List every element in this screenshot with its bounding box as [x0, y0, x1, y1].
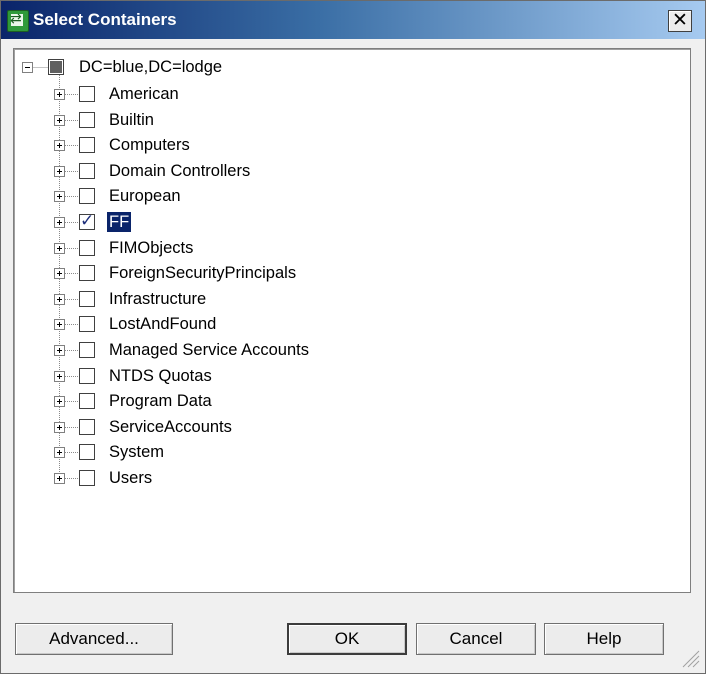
collapse-toggle-icon[interactable] [22, 62, 33, 73]
expand-toggle-icon[interactable] [54, 473, 65, 484]
tree-node-label: Managed Service Accounts [109, 341, 309, 359]
expand-toggle-icon[interactable] [54, 422, 65, 433]
expand-toggle-icon[interactable] [54, 447, 65, 458]
expand-toggle-icon[interactable] [54, 140, 65, 151]
node-checkbox[interactable] [79, 444, 95, 460]
tree-node-label: European [109, 187, 181, 205]
tree-node-label: Infrastructure [109, 290, 207, 308]
tree-node[interactable]: Computers [14, 132, 674, 158]
expand-toggle-icon[interactable] [54, 345, 65, 356]
checkmark-icon: ✓ [80, 211, 95, 231]
tree-node-label: LostAndFound [109, 315, 217, 333]
node-checkbox[interactable] [79, 419, 95, 435]
node-checkbox[interactable]: ✓ [79, 211, 95, 231]
tree-node-label: Builtin [109, 111, 154, 129]
expand-toggle-icon[interactable] [54, 191, 65, 202]
tree-node-label: NTDS Quotas [109, 367, 212, 385]
expand-toggle-icon[interactable] [54, 268, 65, 279]
ok-button[interactable]: OK [287, 623, 407, 655]
node-checkbox[interactable] [79, 188, 95, 204]
node-checkbox[interactable] [79, 368, 95, 384]
tree-node[interactable]: American [14, 81, 674, 107]
tree-node[interactable]: Program Data [14, 388, 674, 414]
node-checkbox[interactable] [79, 393, 95, 409]
dialog-title: Select Containers [33, 10, 177, 29]
tree-node[interactable]: ServiceAccounts [14, 414, 674, 440]
expand-toggle-icon[interactable] [54, 371, 65, 382]
select-containers-dialog: Select Containers ✕ DC=blue,DC=lodge Ame… [0, 0, 706, 674]
tree-node[interactable]: LostAndFound [14, 311, 674, 337]
tree-node[interactable]: Managed Service Accounts [14, 337, 674, 363]
tree-node-label: American [109, 85, 179, 103]
node-checkbox[interactable] [79, 265, 95, 281]
expand-toggle-icon[interactable] [54, 243, 65, 254]
expand-toggle-icon[interactable] [54, 294, 65, 305]
tree-node-label: Computers [109, 136, 190, 154]
node-checkbox[interactable] [79, 112, 95, 128]
node-checkbox[interactable] [79, 470, 95, 486]
tree-node-label: FIMObjects [109, 239, 194, 257]
tree-node-label: Users [109, 469, 153, 487]
tree-node[interactable]: ForeignSecurityPrincipals [14, 260, 674, 286]
help-button[interactable]: Help [544, 623, 664, 655]
tree-node[interactable]: Users [14, 465, 674, 491]
node-checkbox[interactable] [79, 86, 95, 102]
cancel-button[interactable]: Cancel [416, 623, 536, 655]
tree-node[interactable]: ✓ FF [14, 209, 674, 235]
tree-node-label: System [109, 443, 165, 461]
node-checkbox[interactable] [79, 240, 95, 256]
container-tree[interactable]: DC=blue,DC=lodge American Builtin Computer… [13, 48, 691, 593]
tree-node[interactable]: NTDS Quotas [14, 363, 674, 389]
expand-toggle-icon[interactable] [54, 89, 65, 100]
tree-node[interactable]: FIMObjects [14, 235, 674, 261]
root-checkbox[interactable] [48, 59, 64, 75]
close-button[interactable]: ✕ [668, 10, 692, 32]
tree-node[interactable]: European [14, 183, 674, 209]
tree-node[interactable]: Infrastructure [14, 286, 674, 312]
expand-toggle-icon[interactable] [54, 115, 65, 126]
node-checkbox[interactable] [79, 316, 95, 332]
node-checkbox[interactable] [79, 137, 95, 153]
close-icon: ✕ [672, 9, 688, 31]
resize-grip-icon[interactable] [677, 645, 701, 669]
expand-toggle-icon[interactable] [54, 217, 65, 228]
tree-node[interactable]: Domain Controllers [14, 158, 674, 184]
tree-node[interactable]: System [14, 439, 674, 465]
node-checkbox[interactable] [79, 291, 95, 307]
tree-node-label: ForeignSecurityPrincipals [109, 264, 297, 282]
expand-toggle-icon[interactable] [54, 396, 65, 407]
tree-node-label: Domain Controllers [109, 162, 251, 180]
title-bar[interactable]: Select Containers ✕ [1, 1, 705, 39]
tree-node[interactable]: Builtin [14, 107, 674, 133]
expand-toggle-icon[interactable] [54, 319, 65, 330]
node-checkbox[interactable] [79, 163, 95, 179]
advanced-button[interactable]: Advanced... [15, 623, 173, 655]
tree-node-label: FF [107, 212, 132, 232]
tree-root-node[interactable]: DC=blue,DC=lodge [14, 55, 674, 81]
tree-node-label: Program Data [109, 392, 212, 410]
tree-node-label: ServiceAccounts [109, 418, 232, 436]
root-node-label: DC=blue,DC=lodge [79, 58, 223, 76]
expand-toggle-icon[interactable] [54, 166, 65, 177]
app-icon [7, 10, 29, 32]
node-checkbox[interactable] [79, 342, 95, 358]
